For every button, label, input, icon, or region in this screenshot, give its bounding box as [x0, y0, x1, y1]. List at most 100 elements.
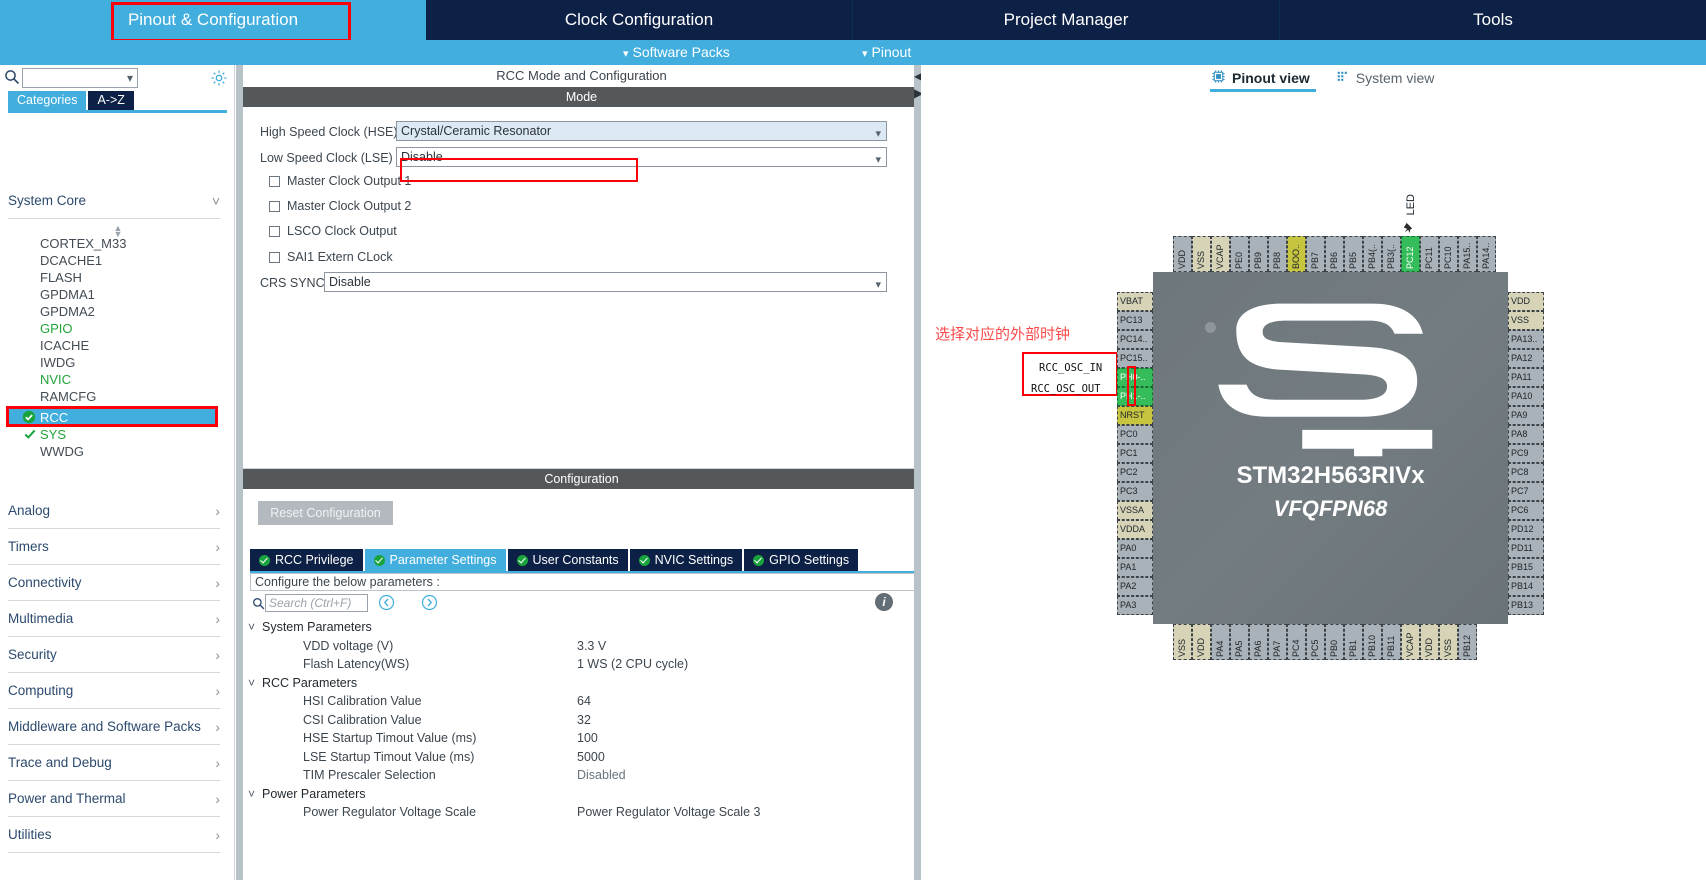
sidebar-group-utilities[interactable]: Utilities › [8, 817, 220, 853]
pin-bottom[interactable]: PB0 [1325, 624, 1344, 660]
pin-bottom[interactable]: PB12 [1458, 624, 1477, 660]
pin-left[interactable]: PC13 [1117, 311, 1153, 330]
tab-parameter-settings[interactable]: Parameter Settings [364, 549, 506, 571]
pin-bottom[interactable]: VDD [1420, 624, 1439, 660]
pin-right[interactable]: PA13.. [1508, 330, 1544, 349]
pin-right[interactable]: PC8 [1508, 463, 1544, 482]
pin-top[interactable]: PC10 [1439, 236, 1458, 272]
pin-bottom[interactable]: PA4 [1211, 624, 1230, 660]
search-input[interactable]: ▾ [22, 68, 138, 88]
tab-pinout-view[interactable]: Pinout view [1211, 65, 1310, 91]
tab-system-view[interactable]: System view [1336, 65, 1434, 91]
pin-top[interactable]: VDD [1173, 236, 1192, 272]
sidebar-item-nvic[interactable]: NVIC [22, 371, 220, 388]
toggle-categories[interactable]: Categories [8, 91, 87, 110]
pin-top[interactable]: PB8 [1268, 236, 1287, 272]
param-group-system-parameters[interactable]: ˅ System Parameters [243, 620, 920, 638]
pin-left[interactable]: PA3 [1117, 596, 1153, 615]
pin-right[interactable]: VSS [1508, 311, 1544, 330]
checkbox-master-clock-output-2[interactable]: Master Clock Output 2 [269, 199, 411, 213]
sidebar-group-multimedia[interactable]: Multimedia › [8, 601, 220, 637]
info-icon[interactable]: i [875, 593, 893, 611]
pin-top-led[interactable]: PC12 [1401, 236, 1420, 272]
pin-bottom[interactable]: PB10 [1363, 624, 1382, 660]
pin-top[interactable]: PB9 [1249, 236, 1268, 272]
pin-left[interactable]: PA1 [1117, 558, 1153, 577]
sidebar-group-connectivity[interactable]: Connectivity › [8, 565, 220, 601]
sidebar-group-middleware-and-software-packs[interactable]: Middleware and Software Packs › [8, 709, 220, 745]
pin-bottom[interactable]: PA6 [1249, 624, 1268, 660]
sidebar-item-gpdma1[interactable]: GPDMA1 [22, 286, 220, 303]
pin-right[interactable]: PB15 [1508, 558, 1544, 577]
pin-right[interactable]: PA10 [1508, 387, 1544, 406]
pin-left[interactable]: PC0 [1117, 425, 1153, 444]
chevron-right-circle-icon[interactable] [421, 594, 438, 611]
pin-right[interactable]: PA8 [1508, 425, 1544, 444]
sidebar-item-gpio[interactable]: GPIO [22, 320, 220, 337]
chip-body[interactable]: STM32H563RIVx VFQFPN68 [1153, 272, 1508, 624]
pin-top[interactable]: VSS [1192, 236, 1211, 272]
pin-right[interactable]: PA12 [1508, 349, 1544, 368]
param-row-tim-prescaler-selection[interactable]: TIM Prescaler Selection Disabled [243, 768, 920, 786]
tab-user-constants[interactable]: User Constants [507, 549, 628, 571]
pin-left[interactable]: PC15.. [1117, 349, 1153, 368]
menu-pinout[interactable]: ▾ Pinout [862, 40, 911, 65]
pin-left[interactable]: PC14.. [1117, 330, 1153, 349]
sidebar-item-iwdg[interactable]: IWDG [22, 354, 220, 371]
pin-bottom[interactable]: PC5 [1306, 624, 1325, 660]
pin-left[interactable]: PC2 [1117, 463, 1153, 482]
pin-bottom[interactable]: VSS [1439, 624, 1458, 660]
pin-bottom[interactable]: PB1 [1344, 624, 1363, 660]
pin-bottom[interactable]: PB11 [1382, 624, 1401, 660]
tab-tools[interactable]: Tools [1280, 0, 1706, 40]
pin-top[interactable]: PA14.. [1477, 236, 1496, 272]
reset-configuration-button[interactable]: Reset Configuration [258, 501, 393, 525]
pin-right[interactable]: PB14 [1508, 577, 1544, 596]
toggle-alphabetical[interactable]: A->Z [88, 91, 134, 110]
pin-bottom[interactable]: PA5 [1230, 624, 1249, 660]
pin-right[interactable]: PD11 [1508, 539, 1544, 558]
sidebar-item-rcc[interactable]: RCC [8, 409, 216, 426]
pin-top[interactable]: BOO.. [1287, 236, 1306, 272]
checkbox-master-clock-output-1[interactable]: Master Clock Output 1 [269, 174, 411, 188]
tab-pinout-configuration[interactable]: Pinout & Configuration [0, 0, 426, 40]
tab-gpio-settings[interactable]: GPIO Settings [744, 549, 859, 571]
pin-right[interactable]: PC6 [1508, 501, 1544, 520]
pin-left[interactable]: VSSA [1117, 501, 1153, 520]
pin-right[interactable]: PA11 [1508, 368, 1544, 387]
sidebar-item-wwdg[interactable]: WWDG [22, 443, 220, 460]
pin-left-osc-in[interactable]: PH0-.. [1117, 368, 1153, 387]
pin-right[interactable]: VDD [1508, 292, 1544, 311]
sidebar-group-security[interactable]: Security › [8, 637, 220, 673]
pin-right[interactable]: PB13 [1508, 596, 1544, 615]
param-row-flash-latency[interactable]: Flash Latency(WS) 1 WS (2 CPU cycle) [243, 657, 920, 675]
pin-bottom[interactable]: VSS [1173, 624, 1192, 660]
tab-clock-configuration[interactable]: Clock Configuration [426, 0, 853, 40]
pin-top[interactable]: PE0 [1230, 236, 1249, 272]
pin-left[interactable]: PC1 [1117, 444, 1153, 463]
param-group-rcc-parameters[interactable]: ˅ RCC Parameters [243, 676, 920, 694]
sidebar-group-timers[interactable]: Timers › [8, 529, 220, 565]
sidebar-item-flash[interactable]: FLASH [22, 269, 220, 286]
pin-left[interactable]: VBAT [1117, 292, 1153, 311]
checkbox-sai1-extern-clock[interactable]: SAI1 Extern CLock [269, 250, 393, 264]
pin-bottom[interactable]: PC4 [1287, 624, 1306, 660]
sidebar-item-ramcfg[interactable]: RAMCFG [22, 388, 220, 405]
pin-top[interactable]: VCAP [1211, 236, 1230, 272]
pin-right[interactable]: PC9 [1508, 444, 1544, 463]
param-row-power-regulator-voltage-scale[interactable]: Power Regulator Voltage Scale Power Regu… [243, 805, 920, 823]
parameter-search-input[interactable]: Search (Ctrl+F) [265, 594, 368, 612]
pin-top[interactable]: PC11 [1420, 236, 1439, 272]
sidebar-item-sys[interactable]: SYS [22, 426, 220, 443]
gear-icon[interactable] [210, 69, 228, 87]
pin-right[interactable]: PC7 [1508, 482, 1544, 501]
sidebar-group-trace-and-debug[interactable]: Trace and Debug › [8, 745, 220, 781]
tab-project-manager[interactable]: Project Manager [853, 0, 1280, 40]
sidebar-item-icache[interactable]: ICACHE [22, 337, 220, 354]
pin-bottom[interactable]: VDD [1192, 624, 1211, 660]
menu-software-packs[interactable]: ▾ Software Packs [623, 40, 730, 65]
param-row-hse-startup-timeout[interactable]: HSE Startup Timout Value (ms) 100 [243, 731, 920, 749]
pin-left[interactable]: PA2 [1117, 577, 1153, 596]
param-row-lse-startup-timeout[interactable]: LSE Startup Timout Value (ms) 5000 [243, 750, 920, 768]
pin-left-osc-out[interactable]: PH1-.. [1117, 387, 1153, 406]
